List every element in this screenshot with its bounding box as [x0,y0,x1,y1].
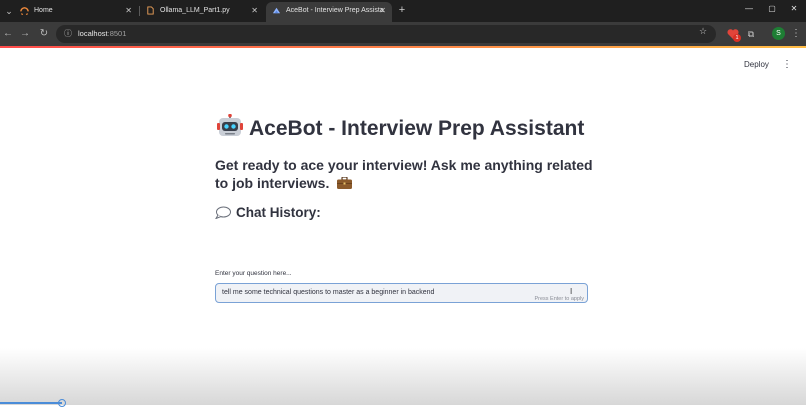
tab-label: Home [34,7,53,14]
new-tab-button[interactable]: + [396,2,408,20]
browser-window: ⌄ Home ✕ Ollama_LLM_Part1.py ✕ AceBot - … [0,0,806,407]
briefcase-emoji-icon [337,177,353,189]
extensions-icon[interactable]: ⧉ [744,27,758,41]
reload-icon[interactable]: ↻ [37,27,51,41]
page-title: AceBot - Interview Prep Assistant [215,114,595,143]
address-bar[interactable]: ⓘ localhost:8501 [56,25,716,43]
home-favicon-icon [20,7,29,15]
chat-history-text: Chat History: [236,205,321,220]
text-cursor-icon: I [570,287,573,296]
url-port: :8501 [107,29,127,38]
video-progress-bar[interactable] [0,402,62,404]
bottom-overlay [0,348,806,405]
question-input-label: Enter your question here... [215,270,292,277]
url-text: localhost:8501 [78,25,126,43]
extension-badge: 1 [733,34,741,42]
browser-toolbar: ← → ↻ ⓘ localhost:8501 ☆ 1 ⧉ S ⋮ [0,22,806,46]
profile-avatar[interactable]: S [772,27,785,40]
video-progress-knob[interactable] [58,399,66,407]
forward-icon[interactable]: → [18,27,32,41]
question-input[interactable]: tell me some technical questions to mast… [215,283,588,303]
tab-close-icon[interactable]: ✕ [125,2,132,20]
maximize-icon[interactable]: ▢ [765,2,779,16]
tab-close-icon[interactable]: ✕ [251,2,258,20]
speech-bubble-icon [215,206,231,219]
deploy-button[interactable]: Deploy [744,58,769,72]
star-icon[interactable]: ☆ [697,25,709,37]
page-subtitle-text: Get ready to ace your interview! Ask me … [215,157,593,191]
streamlit-app: Deploy ⋮ AceBot - Interview Prep Assista… [0,48,806,407]
question-input-value[interactable]: tell me some technical questions to mast… [222,284,434,301]
chat-history-heading: Chat History: [215,204,595,222]
minimize-icon[interactable]: — [742,2,756,16]
robot-emoji-icon [217,114,243,136]
tab-strip: ⌄ Home ✕ Ollama_LLM_Part1.py ✕ AceBot - … [0,0,806,22]
site-info-icon[interactable]: ⓘ [62,28,74,40]
kebab-menu-icon[interactable]: ⋮ [782,58,792,72]
url-host: localhost [78,29,108,38]
tab-label: Ollama_LLM_Part1.py [160,7,230,14]
tab-label: AceBot - Interview Prep Assista [286,7,384,14]
tab-home[interactable]: Home ✕ [14,2,138,20]
streamlit-favicon-icon [272,7,281,14]
input-instructions: Press Enter to apply [534,296,584,302]
tab-ollama-file[interactable]: Ollama_LLM_Part1.py ✕ [140,2,264,20]
main-content: AceBot - Interview Prep Assistant Get re… [215,114,595,222]
back-icon[interactable]: ← [1,27,15,41]
file-favicon-icon [147,6,154,15]
page-title-text: AceBot - Interview Prep Assistant [249,117,585,140]
window-close-icon[interactable]: ✕ [787,2,801,16]
page-subtitle: Get ready to ace your interview! Ask me … [215,156,595,192]
tab-acebot[interactable]: AceBot - Interview Prep Assista ✕ [266,2,392,22]
browser-menu-icon[interactable]: ⋮ [791,27,801,41]
tab-close-icon[interactable]: ✕ [379,2,386,20]
